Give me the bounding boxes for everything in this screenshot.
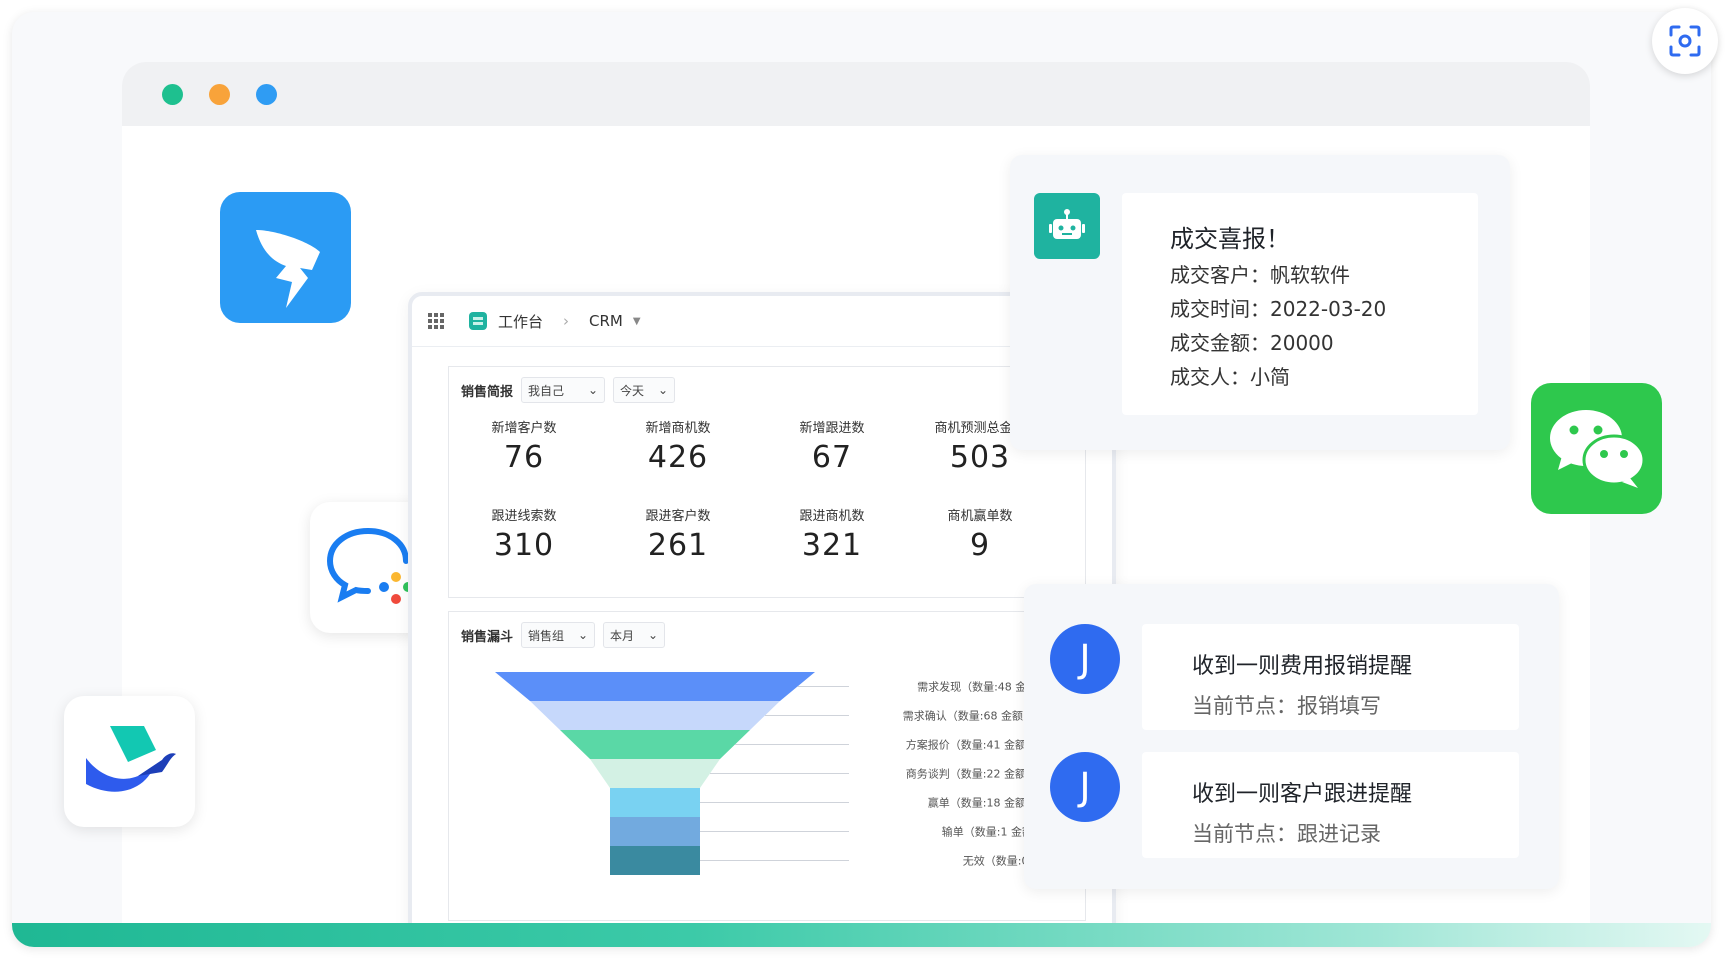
deal-customer: 成交客户：帆软软件: [1170, 263, 1350, 287]
breadcrumb-home[interactable]: 工作台: [498, 311, 543, 332]
wechat-app-tile[interactable]: [1531, 383, 1662, 514]
reminder-message[interactable]: 收到一则费用报销提醒 当前节点：报销填写: [1142, 624, 1519, 730]
reminder-node: 当前节点：跟进记录: [1192, 822, 1381, 846]
stat-label: 新增客户数: [491, 421, 557, 436]
feishu-icon: [85, 725, 176, 792]
reminders-card: J 收到一则费用报销提醒 当前节点：报销填写 J 收到一则客户跟进提醒 当前节点…: [1024, 584, 1559, 889]
sales-brief-title: 销售简报: [461, 384, 514, 400]
deal-title: 成交喜报！: [1170, 225, 1290, 253]
stat-label: 新增跟进数: [799, 421, 865, 436]
stat-item: 新增商机数 426: [603, 417, 753, 475]
funnel-stage[interactable]: [610, 846, 700, 875]
stat-item: 商机赢单数 9: [905, 505, 1055, 563]
chevron-down-icon: ⌄: [587, 383, 599, 397]
workbench-icon: [469, 312, 487, 330]
breadcrumb-current[interactable]: CRM: [589, 312, 623, 330]
dingtalk-icon: [255, 229, 320, 308]
crm-breadcrumb: 工作台 › CRM ▼: [412, 296, 1112, 347]
sales-brief-panel: 销售简报 我自己 ⌄ 今天 ⌄ 新增客户数 76 新增商机数 426 新增跟进数…: [448, 366, 1086, 598]
funnel-stage[interactable]: [610, 788, 700, 817]
deal-amount: 成交金额：20000: [1170, 331, 1334, 355]
stat-value: 310: [493, 528, 555, 563]
caret-down-icon[interactable]: ▼: [633, 316, 641, 327]
outer-card: 工作台 › CRM ▼ 销售简报 我自己 ⌄ 今天 ⌄ 新增客户数 76 新增商…: [12, 12, 1711, 947]
chevron-down-icon: ⌄: [657, 383, 669, 397]
stat-value: 321: [801, 528, 863, 563]
avatar[interactable]: J: [1050, 752, 1120, 822]
screenshot-focus-button[interactable]: [1652, 8, 1718, 74]
deal-notification-card: 成交喜报！ 成交客户：帆软软件 成交时间：2022-03-20 成交金额：200…: [1010, 155, 1510, 450]
brief-scope-select[interactable]: 我自己 ⌄: [521, 377, 606, 403]
stat-label: 跟进客户数: [645, 509, 711, 524]
brief-scope-value: 我自己: [528, 383, 565, 398]
window-dot-blue[interactable]: [256, 83, 277, 105]
stat-item: 跟进客户数 261: [603, 505, 753, 563]
window-dot-orange[interactable]: [209, 83, 230, 105]
robot-icon: [1049, 209, 1085, 239]
stat-value: 67: [811, 440, 853, 475]
reminder-message[interactable]: 收到一则客户跟进提醒 当前节点：跟进记录: [1142, 752, 1519, 858]
avatar[interactable]: J: [1050, 624, 1120, 694]
dingtalk-app-tile[interactable]: [220, 192, 351, 323]
funnel-chart: 需求发现（数量:48 金额:3600需求确认（数量:68 金额：78000方案报…: [495, 672, 1069, 875]
deal-time: 成交时间：2022-03-20: [1170, 297, 1387, 321]
deal-message: 成交喜报！ 成交客户：帆软软件 成交时间：2022-03-20 成交金额：200…: [1122, 193, 1478, 415]
reminder-title: 收到一则客户跟进提醒: [1192, 782, 1413, 807]
browser-title-bar: [122, 62, 1590, 126]
funnel-stage[interactable]: [610, 817, 700, 846]
stat-value: 261: [647, 528, 709, 563]
breadcrumb-separator-icon: ›: [563, 312, 570, 330]
funnel-stage[interactable]: [495, 672, 815, 701]
sales-funnel-panel: 销售漏斗 销售组 ⌄ 本月 ⌄ 需求发现（数量:48 金额:3600 需求确认（数…: [448, 611, 1086, 921]
brief-time-select[interactable]: 今天 ⌄: [613, 377, 676, 403]
stat-value: 76: [503, 440, 545, 475]
apps-grid-icon[interactable]: [428, 313, 444, 329]
reminder-title: 收到一则费用报销提醒: [1192, 654, 1413, 679]
wechat-icon: [1549, 409, 1645, 488]
stat-value: 9: [969, 528, 991, 563]
stat-item: 跟进商机数 321: [757, 505, 907, 563]
stat-label: 商机赢单数: [947, 509, 1013, 524]
stat-item: 新增客户数 76: [449, 417, 599, 475]
window-dot-green[interactable]: [162, 83, 183, 105]
stat-item: 新增跟进数 67: [757, 417, 907, 475]
reminder-node: 当前节点：报销填写: [1192, 694, 1381, 718]
funnel-stage[interactable]: [530, 701, 780, 730]
feishu-app-tile[interactable]: [64, 696, 195, 827]
stat-label: 新增商机数: [645, 421, 711, 436]
bottom-accent-bar: [12, 923, 1711, 947]
stat-label: 跟进商机数: [799, 509, 865, 524]
stat-value: 426: [647, 440, 709, 475]
stat-label: 跟进线索数: [491, 509, 557, 524]
stat-item: 跟进线索数 310: [449, 505, 599, 563]
funnel-stage[interactable]: [590, 759, 720, 788]
robot-avatar: [1034, 193, 1100, 259]
focus-scan-icon: [1669, 25, 1701, 57]
brief-time-value: 今天: [620, 383, 645, 398]
funnel-stage[interactable]: [560, 730, 750, 759]
deal-person: 成交人：小简: [1170, 365, 1290, 389]
